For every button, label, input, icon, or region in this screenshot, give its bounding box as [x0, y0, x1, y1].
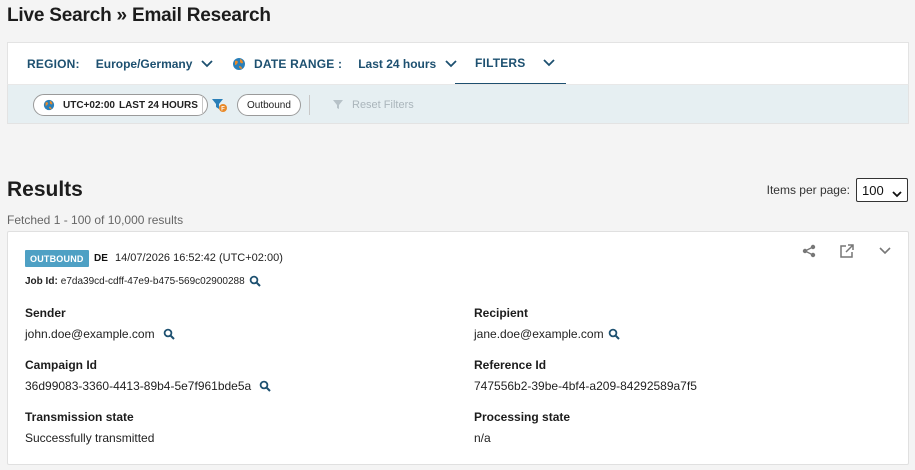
recipient-field: Recipient jane.doe@example.com: [474, 306, 620, 341]
active-filters-bar: UTC+02:00 LAST 24 HOURS F Outbound Reset…: [7, 84, 909, 124]
job-id-value: e7da39cd-cdff-47e9-b475-569c02900288: [60, 275, 245, 287]
fetched-count: Fetched 1 - 100 of 10,000 results: [7, 213, 184, 227]
magnifier-icon[interactable]: [608, 328, 620, 340]
sender-row: john.doe@example.com: [25, 327, 175, 341]
globe-icon: [43, 99, 55, 111]
date-range-selector[interactable]: DATE RANGE : Last 24 hours: [232, 43, 458, 85]
campaign-row: 36d99083-3360-4413-89b4-5e7f961bde5a: [25, 379, 271, 393]
filter-icon: [332, 99, 344, 111]
chevron-down-icon: [542, 58, 556, 68]
processing-field: Processing state n/a: [474, 410, 570, 445]
card-actions: [800, 244, 894, 258]
items-per-page-select[interactable]: 100: [856, 178, 908, 202]
country-code: DE: [94, 253, 108, 264]
external-link-icon[interactable]: [838, 244, 856, 258]
chevron-down-icon: [892, 186, 902, 198]
date-range-value: Last 24 hours: [358, 57, 437, 71]
magnifier-icon[interactable]: [163, 328, 175, 340]
job-id: Job Id: e7da39cd-cdff-47e9-b475-569c0290…: [25, 275, 261, 287]
time-range-pill[interactable]: UTC+02:00 LAST 24 HOURS: [33, 94, 208, 116]
divider: [309, 95, 310, 115]
globe-icon: [232, 57, 246, 71]
sender-field: Sender john.doe@example.com: [25, 306, 175, 341]
reset-filters-label: Reset Filters: [352, 99, 414, 111]
results-title: Results: [7, 178, 83, 201]
sender-value: john.doe@example.com: [25, 327, 155, 341]
campaign-value: 36d99083-3360-4413-89b4-5e7f961bde5a: [25, 379, 252, 393]
filter-icon[interactable]: F: [211, 97, 227, 113]
filters-label: FILTERS: [475, 56, 526, 70]
direction-pill-label: Outbound: [247, 99, 291, 111]
region-value: Europe/Germany: [95, 57, 193, 71]
page-title: Live Search » Email Research: [7, 5, 271, 26]
transmission-label: Transmission state: [25, 410, 134, 424]
time-pill-range: LAST 24 HOURS: [118, 99, 198, 111]
timestamp: 14/07/2026 16:52:42 (UTC+02:00): [115, 252, 283, 264]
transmission-value: Successfully transmitted: [25, 431, 155, 445]
region-selector[interactable]: REGION: Europe/Germany: [27, 43, 214, 85]
job-id-label: Job Id:: [25, 275, 58, 287]
items-per-page-value: 100: [862, 182, 884, 198]
magnifier-icon[interactable]: [259, 380, 271, 392]
reference-value: 747556b2-39be-4bf4-a209-84292589a7f5: [474, 379, 697, 393]
campaign-label: Campaign Id: [25, 358, 98, 372]
result-card: OUTBOUND DE 14/07/2026 16:52:42 (UTC+02:…: [7, 231, 909, 465]
time-pill-tz: UTC+02:00: [63, 99, 115, 111]
reference-field: Reference Id 747556b2-39be-4bf4-a209-842…: [474, 358, 697, 393]
recipient-value: jane.doe@example.com: [474, 327, 604, 341]
filter-bar: REGION: Europe/Germany DATE RANGE : Last…: [7, 42, 909, 85]
chevron-down-icon[interactable]: [876, 244, 894, 258]
reset-filters-button[interactable]: Reset Filters: [332, 85, 414, 125]
items-per-page: Items per page: 100: [767, 178, 908, 202]
transmission-field: Transmission state Successfully transmit…: [25, 410, 154, 445]
chevron-down-icon: [200, 59, 214, 69]
direction-filter-pill[interactable]: Outbound: [237, 94, 301, 116]
reference-label: Reference Id: [474, 358, 547, 372]
svg-text:F: F: [221, 107, 225, 113]
share-icon[interactable]: [800, 244, 818, 258]
direction-badge: OUTBOUND: [25, 250, 89, 267]
sender-label: Sender: [25, 306, 66, 320]
campaign-field: Campaign Id 36d99083-3360-4413-89b4-5e7f…: [25, 358, 271, 393]
recipient-label: Recipient: [474, 306, 529, 320]
items-per-page-label: Items per page:: [766, 183, 850, 197]
date-range-label: DATE RANGE :: [254, 57, 343, 71]
divider: [202, 95, 203, 115]
processing-label: Processing state: [474, 410, 571, 424]
processing-value: n/a: [474, 431, 491, 445]
tab-filters[interactable]: FILTERS: [455, 43, 566, 85]
recipient-row: jane.doe@example.com: [474, 327, 620, 341]
region-label: REGION:: [27, 57, 80, 71]
magnifier-icon[interactable]: [249, 275, 261, 287]
